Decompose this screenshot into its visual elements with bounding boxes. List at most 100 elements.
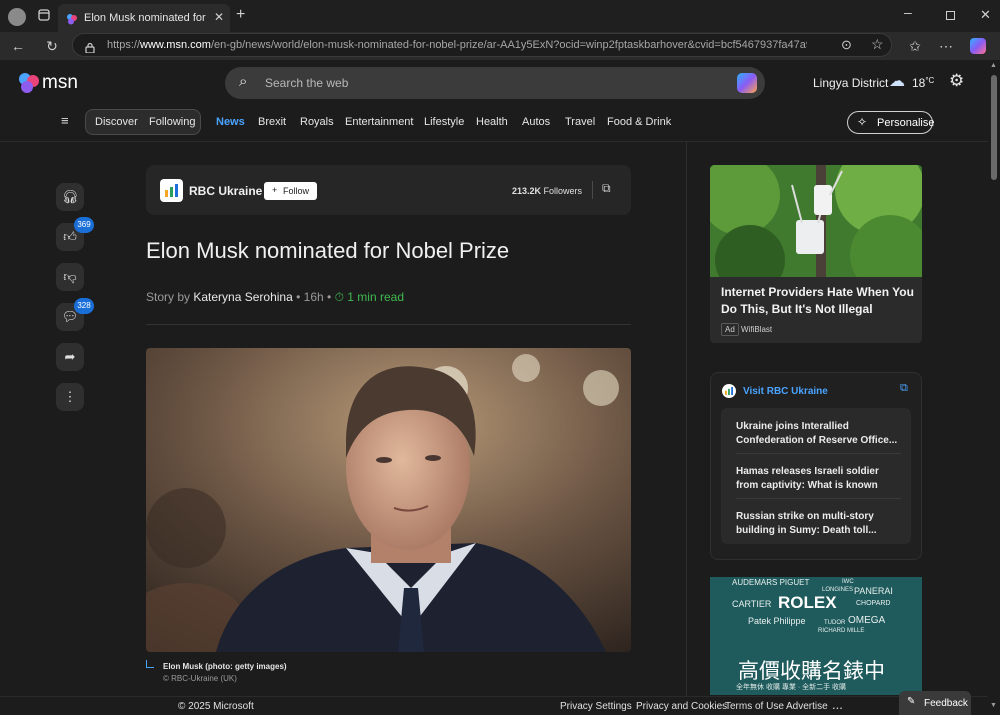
sparkle-icon: ✧ — [857, 115, 868, 129]
close-tab-icon[interactable]: ✕ — [214, 10, 224, 24]
address-bar[interactable]: https://www.msn.com/en-gb/news/world/elo… — [72, 33, 892, 57]
divider — [592, 181, 593, 199]
msn-butterfly-icon — [19, 73, 39, 93]
list-item[interactable]: Ukraine joins Interallied Confederation … — [736, 420, 901, 448]
list-item[interactable]: Russian strike on multi-story building i… — [736, 510, 901, 538]
profile-avatar[interactable] — [8, 8, 26, 26]
dislike-button[interactable]: 👎︎ — [56, 263, 84, 291]
nav-news[interactable]: News — [216, 116, 245, 128]
elon-musk-photo — [146, 348, 631, 652]
author-name[interactable]: Kateryna Serohina — [193, 290, 292, 304]
nav-autos[interactable]: Autos — [522, 116, 550, 128]
footer-link-privacy-cookies[interactable]: Privacy and Cookies — [636, 701, 727, 712]
close-window-icon[interactable]: ✕ — [980, 7, 991, 23]
copilot-search-icon[interactable] — [737, 73, 757, 93]
footer-link-terms[interactable]: Terms of Use — [725, 701, 784, 712]
active-tab[interactable]: Elon Musk nominated for Nobel P ✕ — [58, 4, 230, 32]
nav-travel[interactable]: Travel — [565, 116, 595, 128]
ad-brand-text: AUDEMARS PIGUET — [732, 578, 810, 587]
rbc-bars-icon — [725, 387, 733, 395]
favorites-icon[interactable]: ✩ — [905, 36, 925, 56]
personalise-button[interactable]: ✧ Personalise — [847, 111, 935, 134]
dot-separator: • — [296, 290, 304, 304]
ad-brand-text: ROLEX — [778, 593, 837, 612]
ad-brand-text: IWC — [842, 579, 854, 585]
more-tools-icon[interactable]: ⊙ — [841, 37, 852, 53]
ad-brand-text: OMEGA — [848, 615, 886, 626]
rbc-logo[interactable] — [160, 179, 183, 202]
divider — [736, 498, 901, 499]
feed-toggle: Discover Following — [85, 109, 201, 135]
more-vertical-icon: ⋮ — [63, 389, 77, 404]
plus-icon: + — [272, 185, 278, 195]
favorite-star-icon[interactable]: ☆ — [871, 36, 884, 53]
minimize-icon[interactable]: – — [904, 4, 912, 20]
likes-count-badge: 369 — [74, 217, 94, 233]
feedback-icon: ✎ — [907, 696, 916, 707]
visit-source-link[interactable]: Visit RBC Ukraine — [743, 386, 828, 397]
scroll-up-icon[interactable]: ▲ — [990, 62, 997, 69]
comments-count-badge: 328 — [74, 298, 94, 314]
maximize-icon[interactable] — [946, 11, 955, 20]
settings-gear-icon[interactable]: ⚙ — [949, 71, 964, 91]
browser-toolbar: ← ↻ https://www.msn.com/en-gb/news/world… — [0, 32, 1000, 60]
open-external-icon[interactable]: ⧉ — [602, 181, 611, 196]
location-text[interactable]: Lingya District — [813, 76, 888, 90]
settings-more-icon[interactable]: ⋯ — [936, 36, 956, 56]
article-age: 16h — [303, 290, 324, 304]
ad-label-badge: Ad — [721, 323, 739, 336]
hamburger-menu-icon[interactable]: ≡ — [61, 113, 69, 128]
ad-brand-text: CARTIER — [732, 599, 772, 609]
back-icon[interactable]: ← — [8, 36, 28, 56]
hero-image[interactable] — [146, 348, 631, 652]
copilot-icon[interactable] — [970, 38, 986, 54]
segment-following[interactable]: Following — [149, 116, 195, 128]
segment-discover[interactable]: Discover — [95, 116, 138, 128]
url-text: https://www.msn.com/en-gb/news/world/elo… — [107, 39, 807, 51]
ad-headline-cn: 高價收購名錶中 — [738, 660, 885, 683]
open-external-icon[interactable]: ⧉ — [900, 382, 908, 395]
footer-link-advertise[interactable]: Advertise — [786, 701, 828, 712]
image-credit: © RBC-Ukraine (UK) — [163, 674, 237, 683]
feedback-button[interactable]: ✎ Feedback — [899, 691, 971, 715]
headphones-icon: 🎧︎ — [61, 189, 79, 204]
scroll-down-icon[interactable]: ▼ — [990, 702, 997, 709]
caption-marker — [146, 660, 154, 668]
dot-separator: • — [327, 290, 335, 304]
ad-brand-text: CHOPARD — [856, 600, 891, 607]
search-bar[interactable]: ⌕ Search the web — [225, 67, 765, 99]
nav-health[interactable]: Health — [476, 116, 508, 128]
nav-royals[interactable]: Royals — [300, 116, 334, 128]
follow-button[interactable]: + Follow — [264, 182, 317, 200]
nav-entertainment[interactable]: Entertainment — [345, 116, 413, 128]
msn-logo-text: msn — [42, 72, 78, 93]
share-button[interactable]: ➦ — [56, 343, 84, 371]
footer-link-privacy-settings[interactable]: Privacy Settings — [560, 701, 632, 712]
footer-more-icon[interactable]: ... — [832, 697, 843, 712]
more-options-button[interactable]: ⋮ — [56, 383, 84, 411]
nav-brexit[interactable]: Brexit — [258, 116, 286, 128]
listen-button[interactable]: 🎧︎ — [56, 183, 84, 211]
nav-lifestyle[interactable]: Lifestyle — [424, 116, 464, 128]
scrollbar-thumb[interactable] — [991, 75, 997, 180]
tab-actions-icon[interactable] — [34, 6, 54, 26]
nav-food-drink[interactable]: Food & Drink — [607, 116, 671, 128]
ad-card[interactable]: Internet Providers Hate When You Do This… — [710, 165, 922, 343]
refresh-icon[interactable]: ↻ — [42, 36, 62, 56]
source-name[interactable]: RBC Ukraine — [189, 184, 262, 198]
search-input[interactable]: Search the web — [265, 76, 348, 90]
watch-ad-banner[interactable]: AUDEMARS PIGUET IWC LONGINES PANERAI CAR… — [710, 577, 922, 695]
list-item[interactable]: Hamas releases Israeli soldier from capt… — [736, 465, 901, 493]
share-icon: ➦ — [64, 349, 76, 364]
ad-title: Internet Providers Hate When You Do This… — [721, 285, 914, 316]
clock-icon: ⏱︎ — [334, 290, 344, 304]
tab-title: Elon Musk nominated for Nobel P — [84, 12, 208, 24]
rbc-bars-icon — [165, 184, 178, 197]
page-scrollbar[interactable]: ▲ ▼ — [988, 60, 1000, 715]
source-panel: Visit RBC Ukraine ⧉ Ukraine joins Intera… — [710, 372, 922, 560]
new-tab-icon[interactable]: + — [236, 6, 245, 24]
msn-logo[interactable]: msn — [18, 70, 78, 96]
page-footer: © 2025 Microsoft Privacy Settings Privac… — [0, 696, 988, 715]
personalise-label: Personalise — [877, 117, 935, 129]
lock-icon — [85, 40, 95, 54]
